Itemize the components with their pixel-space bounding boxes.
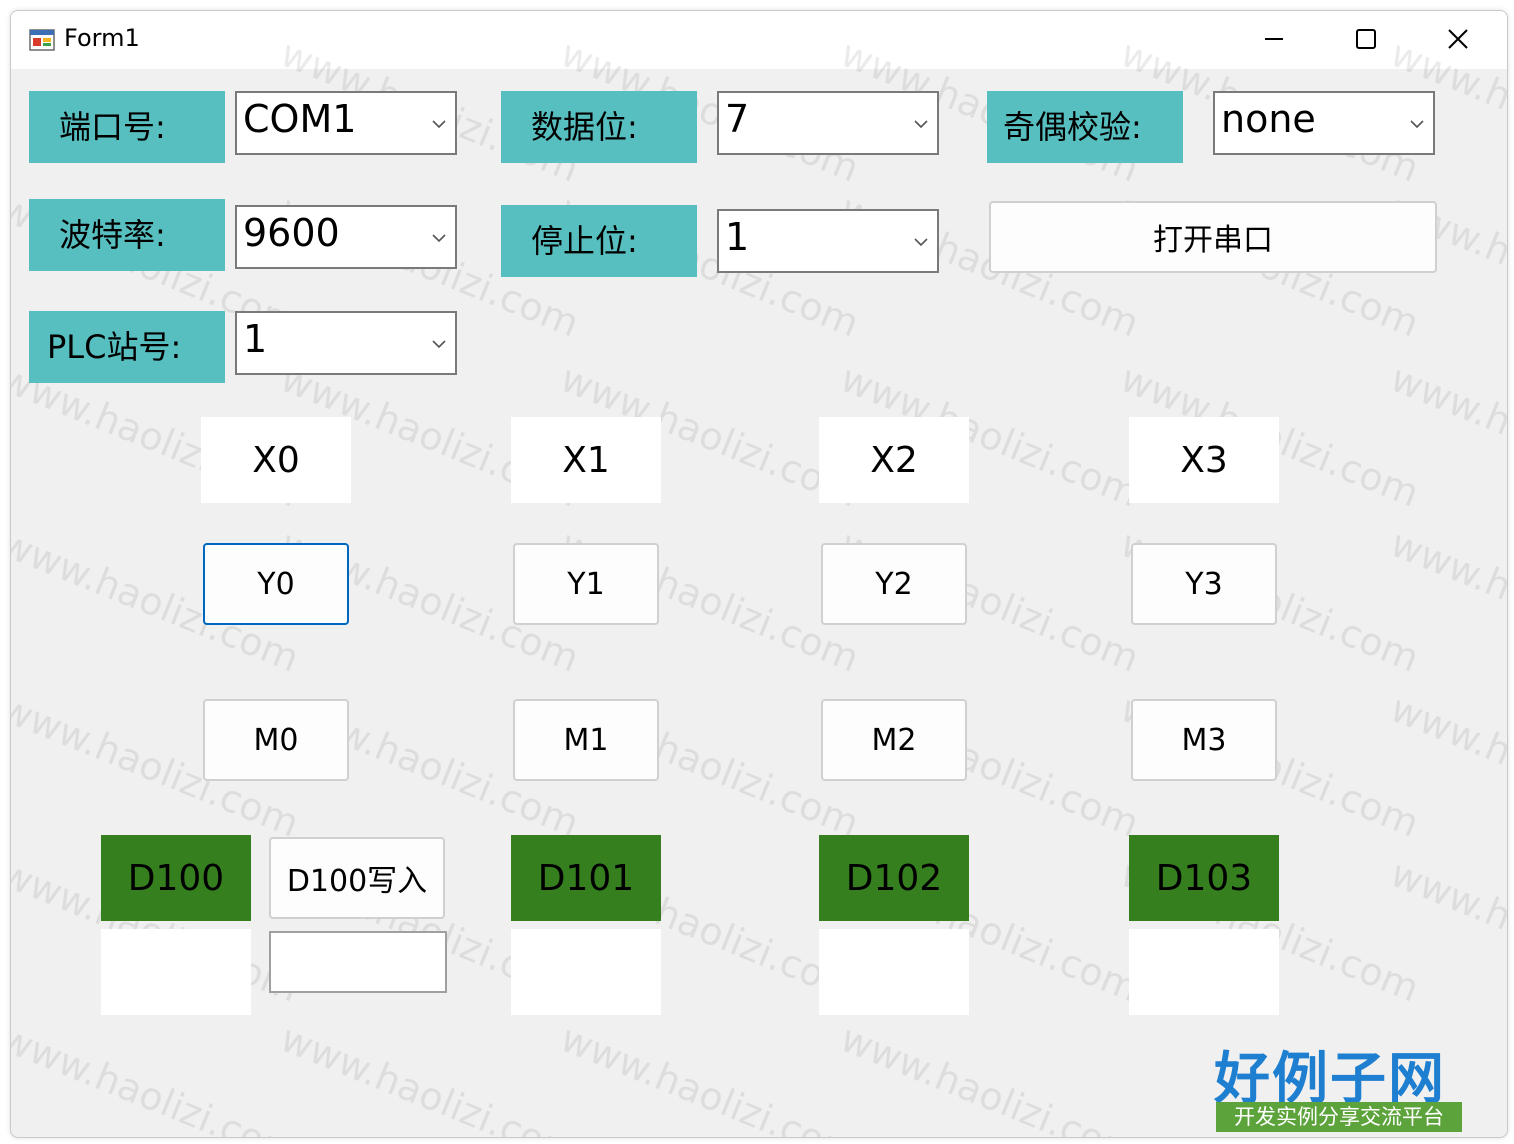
port-value: COM1 [243, 97, 357, 141]
d100-write-input[interactable] [269, 931, 447, 993]
chevron-down-icon [432, 234, 446, 243]
window-title: Form1 [64, 24, 140, 52]
databits-value: 7 [725, 97, 750, 141]
register-d102-value [819, 929, 969, 1015]
databits-label: 数据位: [501, 91, 697, 163]
chevron-down-icon [1410, 120, 1424, 129]
register-d100-label: D100 [101, 835, 251, 921]
input-x3: X3 [1129, 417, 1279, 503]
maximize-button[interactable] [1321, 11, 1413, 69]
parity-combobox[interactable]: none [1213, 91, 1435, 155]
title-bar: Form1 [11, 11, 1507, 69]
parity-label: 奇偶校验: [987, 91, 1183, 163]
stopbits-value: 1 [725, 215, 750, 259]
close-button[interactable] [1413, 11, 1505, 69]
relay-m0-button[interactable]: M0 [203, 699, 349, 781]
baud-label: 波特率: [29, 199, 225, 271]
app-icon [29, 28, 55, 52]
register-d101-value [511, 929, 661, 1015]
form-window: Form1 www.haolizi.com www.haolizi.com ww… [10, 10, 1508, 1138]
maximize-icon [1356, 29, 1376, 49]
output-y0-button[interactable]: Y0 [203, 543, 349, 625]
chevron-down-icon [914, 120, 928, 129]
output-y1-button[interactable]: Y1 [513, 543, 659, 625]
parity-value: none [1221, 97, 1316, 141]
minimize-button[interactable] [1229, 11, 1321, 69]
logo-subtitle: 开发实例分享交流平台 [1216, 1102, 1462, 1132]
station-label: PLC站号: [29, 311, 225, 383]
minimize-icon [1265, 38, 1283, 40]
output-y2-button[interactable]: Y2 [821, 543, 967, 625]
chevron-down-icon [914, 238, 928, 247]
chevron-down-icon [432, 120, 446, 129]
d100-write-button[interactable]: D100写入 [269, 837, 445, 919]
relay-m2-button[interactable]: M2 [821, 699, 967, 781]
register-d102-label: D102 [819, 835, 969, 921]
register-d103-label: D103 [1129, 835, 1279, 921]
port-combobox[interactable]: COM1 [235, 91, 457, 155]
register-d101-label: D101 [511, 835, 661, 921]
baud-combobox[interactable]: 9600 [235, 205, 457, 269]
station-combobox[interactable]: 1 [235, 311, 457, 375]
site-logo: 好例子网 开发实例分享交流平台 [1214, 1040, 1462, 1132]
input-x2: X2 [819, 417, 969, 503]
input-x0: X0 [201, 417, 351, 503]
databits-combobox[interactable]: 7 [717, 91, 939, 155]
relay-m1-button[interactable]: M1 [513, 699, 659, 781]
open-port-button[interactable]: 打开串口 [989, 201, 1437, 273]
baud-value: 9600 [243, 211, 340, 255]
close-icon [1448, 29, 1468, 49]
chevron-down-icon [432, 340, 446, 349]
relay-m3-button[interactable]: M3 [1131, 699, 1277, 781]
input-x1: X1 [511, 417, 661, 503]
stopbits-combobox[interactable]: 1 [717, 209, 939, 273]
output-y3-button[interactable]: Y3 [1131, 543, 1277, 625]
register-d103-value [1129, 929, 1279, 1015]
stopbits-label: 停止位: [501, 205, 697, 277]
register-d100-value [101, 929, 251, 1015]
station-value: 1 [243, 317, 268, 361]
port-label: 端口号: [29, 91, 225, 163]
